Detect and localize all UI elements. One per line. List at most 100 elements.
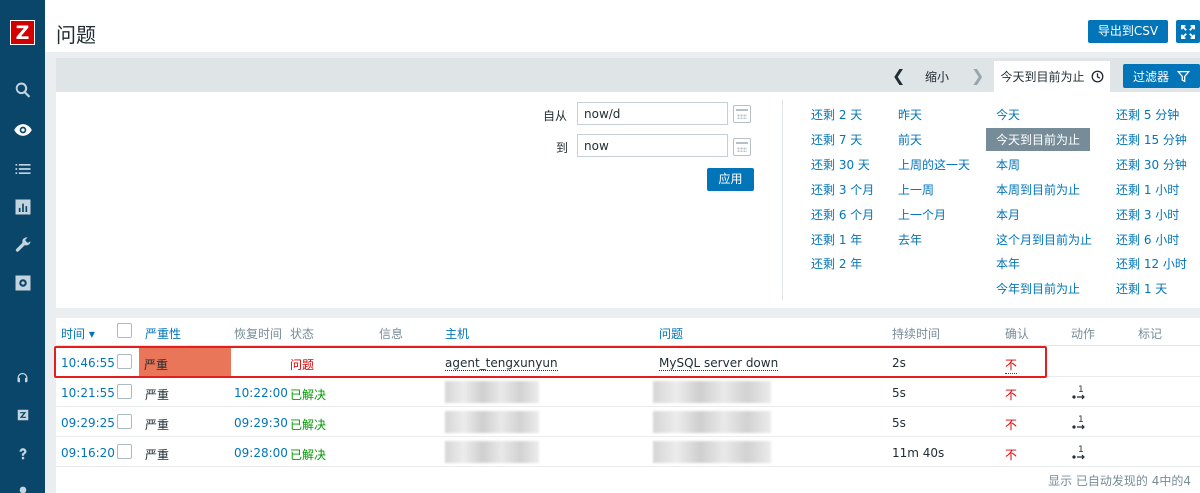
table-row: 09:29:25 严重 09:29:30 已解决 5s 不 1: [56, 408, 1200, 437]
column-header-problem[interactable]: 问题: [659, 325, 683, 342]
funnel-icon: [1177, 70, 1190, 82]
quick-range-link[interactable]: 还剩 7 天: [811, 131, 862, 148]
row-checkbox[interactable]: [117, 444, 132, 459]
quick-range-link-selected[interactable]: 今天到目前为止: [986, 128, 1091, 151]
actions-icon[interactable]: 1: [1072, 444, 1088, 462]
actions-icon[interactable]: 1: [1072, 384, 1088, 402]
action-count: 1: [1078, 415, 1084, 425]
monitoring-eye-icon[interactable]: [0, 112, 45, 148]
event-time-link[interactable]: 10:21:55: [61, 386, 115, 400]
table-row: 09:16:20 严重 09:28:00 已解决 11m 40s 不 1: [56, 438, 1200, 467]
to-input[interactable]: [577, 134, 728, 157]
duration-text: 5s: [892, 386, 906, 400]
administration-gear-icon[interactable]: [0, 265, 45, 301]
quick-range-link[interactable]: 上周的这一天: [898, 156, 970, 173]
export-csv-button[interactable]: 导出到CSV: [1088, 20, 1168, 43]
quick-range-link[interactable]: 本周到目前为止: [996, 181, 1080, 198]
reports-chart-icon[interactable]: [0, 189, 45, 225]
event-time-link[interactable]: 09:29:25: [61, 416, 115, 430]
quick-range-link[interactable]: 去年: [898, 231, 922, 248]
from-calendar-icon[interactable]: [733, 105, 751, 123]
support-headset-icon[interactable]: [0, 360, 45, 396]
page-header: 问题: [45, 0, 1200, 52]
zoom-out-button[interactable]: 缩小: [925, 68, 949, 85]
apply-button[interactable]: 应用: [707, 168, 754, 191]
filter-tab-bar: ❮ 缩小 ❯ 今天到目前为止 过滤器: [56, 58, 1200, 92]
ack-link[interactable]: 不: [1005, 446, 1017, 463]
column-header-recovery-time: 恢复时间: [234, 327, 283, 341]
select-all-checkbox[interactable]: [117, 323, 132, 338]
zabbix-logo[interactable]: Z: [10, 20, 35, 45]
quick-range-link[interactable]: 还剩 3 小时: [1116, 206, 1179, 223]
quick-range-link[interactable]: 昨天: [898, 106, 922, 123]
quick-range-link[interactable]: 前天: [898, 131, 922, 148]
user-profile-icon[interactable]: [0, 472, 45, 493]
column-header-status: 状态: [290, 327, 315, 341]
row-checkbox[interactable]: [117, 384, 132, 399]
quick-range-link[interactable]: 今年到目前为止: [996, 280, 1080, 297]
recovery-time-link[interactable]: 09:28:00: [234, 446, 288, 460]
action-count: 1: [1078, 445, 1084, 455]
column-header-info: 信息: [379, 327, 404, 341]
tab-time-period[interactable]: 今天到目前为止: [993, 60, 1111, 92]
column-header-severity[interactable]: 严重性: [145, 325, 181, 342]
previous-period-icon[interactable]: ❮: [892, 66, 905, 85]
quick-range-link[interactable]: 还剩 30 分钟: [1116, 156, 1187, 173]
from-label: 自从: [543, 109, 568, 123]
actions-icon[interactable]: 1: [1072, 414, 1088, 432]
quick-range-link[interactable]: 这个月到目前为止: [996, 231, 1092, 248]
share-z-icon[interactable]: [0, 397, 45, 433]
quick-range-link[interactable]: 本月: [996, 206, 1020, 223]
ack-link[interactable]: 不: [1005, 386, 1017, 403]
to-label: 到: [556, 141, 569, 155]
column-header-host[interactable]: 主机: [445, 325, 469, 342]
from-input[interactable]: [577, 102, 728, 125]
configuration-wrench-icon[interactable]: [0, 227, 45, 263]
quick-range-link[interactable]: 本年: [996, 255, 1020, 272]
quick-range-link[interactable]: 还剩 3 个月: [811, 181, 874, 198]
column-header-time[interactable]: 时间 ▾: [61, 325, 95, 342]
redacted-host: [445, 441, 539, 463]
recovery-time-link[interactable]: 09:29:30: [234, 416, 288, 430]
panel-divider: [782, 100, 783, 300]
quick-range-link[interactable]: 还剩 15 分钟: [1116, 131, 1187, 148]
tab-filter-button[interactable]: 过滤器: [1123, 64, 1200, 88]
severity-text: 严重: [145, 448, 170, 462]
column-header-tags: 标记: [1138, 327, 1163, 341]
quick-range-link[interactable]: 还剩 1 天: [1116, 280, 1167, 297]
quick-range-link[interactable]: 还剩 2 天: [811, 106, 862, 123]
fullscreen-button[interactable]: [1176, 20, 1200, 43]
help-question-icon[interactable]: [0, 436, 45, 472]
recovery-time-link[interactable]: 10:22:00: [234, 386, 288, 400]
duration-text: 5s: [892, 416, 906, 430]
next-period-icon[interactable]: ❯: [971, 66, 984, 85]
status-text: 已解决: [290, 448, 327, 462]
inventory-list-icon[interactable]: [0, 151, 45, 187]
fullscreen-icon: [1181, 24, 1195, 39]
redacted-problem: [653, 441, 771, 463]
quick-range-link[interactable]: 还剩 6 小时: [1116, 231, 1179, 248]
row-checkbox[interactable]: [117, 414, 132, 429]
quick-range-link[interactable]: 还剩 1 小时: [1116, 181, 1179, 198]
quick-range-link[interactable]: 还剩 5 分钟: [1116, 106, 1179, 123]
quick-range-link[interactable]: 今天: [996, 106, 1020, 123]
status-text: 已解决: [290, 388, 327, 402]
quick-range-link[interactable]: 上一个月: [898, 206, 946, 223]
quick-range-link[interactable]: 还剩 2 年: [811, 255, 862, 272]
ack-link[interactable]: 不: [1005, 416, 1017, 433]
column-header-duration: 持续时间: [892, 327, 941, 341]
severity-text: 严重: [145, 418, 170, 432]
quick-range-link[interactable]: 本周: [996, 156, 1020, 173]
search-icon[interactable]: [0, 72, 45, 108]
event-time-link[interactable]: 09:16:20: [61, 446, 115, 460]
quick-range-link[interactable]: 还剩 6 个月: [811, 206, 874, 223]
quick-range-link[interactable]: 还剩 30 天: [811, 156, 870, 173]
problems-table: 时间 ▾ 严重性 恢复时间 状态 信息 主机 问题 持续时间 确认 动作 标记 …: [56, 318, 1200, 493]
filter-label: 过滤器: [1132, 69, 1169, 84]
clock-icon: [1091, 70, 1103, 83]
quick-range-link[interactable]: 还剩 1 年: [811, 231, 862, 248]
to-calendar-icon[interactable]: [733, 138, 751, 156]
tab-time-period-label: 今天到目前为止: [1000, 70, 1085, 84]
quick-range-link[interactable]: 上一周: [898, 181, 934, 198]
quick-range-link[interactable]: 还剩 12 小时: [1116, 255, 1187, 272]
